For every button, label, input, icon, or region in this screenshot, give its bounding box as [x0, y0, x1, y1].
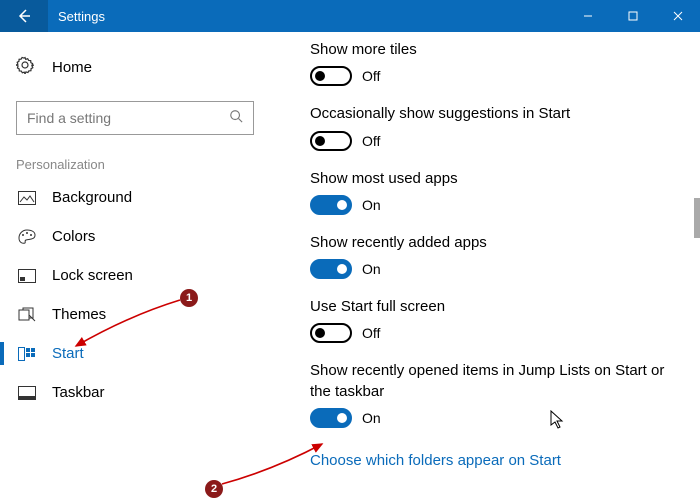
choose-folders-link[interactable]: Choose which folders appear on Start	[310, 452, 561, 469]
home-label: Home	[52, 59, 92, 76]
search-input[interactable]	[27, 110, 229, 126]
setting-title: Use Start full screen	[310, 297, 670, 317]
start-icon	[16, 347, 38, 361]
toggle-state-label: Off	[362, 133, 380, 149]
lockscreen-icon	[16, 269, 38, 283]
picture-icon	[16, 191, 38, 205]
setting-title: Occasionally show suggestions in Start	[310, 104, 670, 124]
palette-icon	[16, 229, 38, 245]
window-title: Settings	[58, 9, 565, 24]
scrollbar-thumb[interactable]	[694, 198, 700, 238]
back-arrow-icon	[16, 8, 32, 24]
cursor-icon	[550, 410, 566, 430]
sidebar-home[interactable]: Home	[0, 48, 270, 87]
minimize-button[interactable]	[565, 0, 610, 32]
search-icon	[229, 109, 243, 128]
setting-title: Show more tiles	[310, 40, 670, 60]
maximize-button[interactable]	[610, 0, 655, 32]
setting-title: Show most used apps	[310, 169, 670, 189]
toggle-state-label: Off	[362, 68, 380, 84]
toggle-state-label: Off	[362, 325, 380, 341]
search-box[interactable]	[16, 101, 254, 135]
sidebar-item-taskbar[interactable]: Taskbar	[0, 373, 270, 412]
annotation-badge-2: 2	[205, 480, 223, 498]
titlebar: Settings	[0, 0, 700, 32]
sidebar: Home Personalization Background Colors	[0, 32, 270, 504]
gear-icon	[16, 56, 38, 79]
sidebar-section-label: Personalization	[0, 151, 270, 178]
toggle-state-label: On	[362, 410, 381, 426]
toggle-jumplists[interactable]	[310, 408, 352, 428]
back-button[interactable]	[0, 0, 48, 32]
annotation-badge-1: 1	[180, 289, 198, 307]
maximize-icon	[628, 11, 638, 21]
sidebar-item-label: Colors	[52, 228, 95, 245]
minimize-icon	[583, 11, 593, 21]
setting-title: Show recently added apps	[310, 233, 670, 253]
content-area: Show more tiles Off Occasionally show su…	[270, 32, 700, 504]
setting-title: Show recently opened items in Jump Lists…	[310, 361, 670, 402]
sidebar-item-label: Taskbar	[52, 384, 105, 401]
toggle-state-label: On	[362, 261, 381, 277]
sidebar-item-background[interactable]: Background	[0, 178, 270, 217]
close-button[interactable]	[655, 0, 700, 32]
annotation-arrow-1	[68, 296, 186, 352]
taskbar-icon	[16, 386, 38, 400]
toggle-show-more-tiles[interactable]	[310, 66, 352, 86]
annotation-arrow-2	[218, 440, 328, 488]
toggle-suggestions[interactable]	[310, 131, 352, 151]
toggle-fullscreen[interactable]	[310, 323, 352, 343]
sidebar-item-label: Lock screen	[52, 267, 133, 284]
close-icon	[673, 11, 683, 21]
toggle-most-used[interactable]	[310, 195, 352, 215]
themes-icon	[16, 307, 38, 323]
sidebar-item-lockscreen[interactable]: Lock screen	[0, 256, 270, 295]
sidebar-item-colors[interactable]: Colors	[0, 217, 270, 256]
sidebar-item-label: Background	[52, 189, 132, 206]
toggle-recently-added[interactable]	[310, 259, 352, 279]
toggle-state-label: On	[362, 197, 381, 213]
